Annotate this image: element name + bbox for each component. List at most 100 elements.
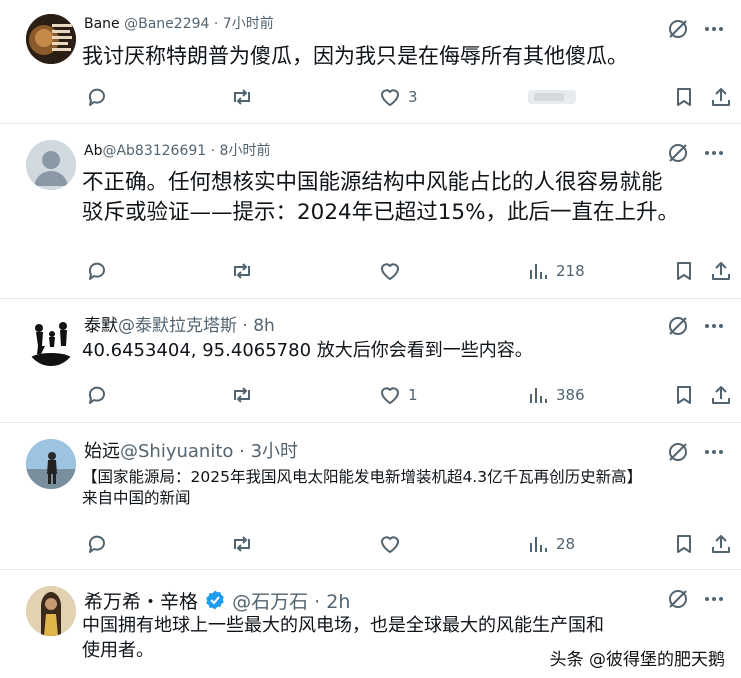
action-bar: 28 — [0, 530, 741, 558]
user-handle[interactable]: @Bane2294 — [124, 16, 209, 32]
grok-slash-circle-icon[interactable] — [665, 16, 691, 42]
like-button[interactable] — [378, 257, 402, 285]
display-name[interactable]: 始远 — [84, 441, 120, 462]
views-button[interactable]: 386 — [526, 381, 585, 409]
display-name[interactable]: 泰默 — [84, 316, 118, 336]
repost-arrows-icon — [230, 85, 254, 109]
avatar[interactable] — [26, 316, 76, 366]
share-upload-icon — [709, 383, 733, 407]
user-handle[interactable]: @泰默拉克塔斯 — [118, 316, 237, 336]
post-time[interactable]: · 3小时 — [239, 441, 298, 462]
speech-bubble-icon — [85, 532, 109, 556]
reply-post[interactable]: Bane @Bane2294 · 7小时前 我讨厌称特朗普为傻瓜，因为我只是在侮… — [0, 0, 741, 124]
grok-slash-circle-icon[interactable] — [665, 586, 691, 612]
more-dots-icon[interactable] — [701, 586, 727, 612]
action-bar: 1 386 — [0, 381, 741, 409]
reply-post[interactable]: Ab@Ab83126691 · 8小时前 不正确。任何想核实中国能源结构中风能占… — [0, 124, 741, 299]
default-avatar-image — [26, 140, 76, 190]
avatar-person-image — [26, 439, 76, 489]
more-dots-icon[interactable] — [701, 313, 727, 339]
view-count: 218 — [556, 262, 585, 280]
post-time[interactable]: · 8小时前 — [211, 143, 271, 159]
like-button[interactable] — [378, 530, 402, 558]
post-time[interactable]: · 7小时前 — [214, 16, 274, 32]
post-text-line: 不正确。任何想核实中国能源结构中风能占比的人很容易就能 — [82, 170, 663, 195]
post-top-icons — [665, 313, 727, 339]
like-count: 1 — [408, 386, 418, 404]
heart-icon — [378, 85, 402, 109]
bar-chart-icon — [526, 532, 550, 556]
repost-button[interactable] — [230, 83, 254, 111]
post-time[interactable]: · 8h — [242, 316, 274, 336]
post-text: 【国家能源局：2025年我国风电太阳能发电新增装机超4.3亿千瓦再创历史新高】 … — [82, 467, 713, 510]
post-meta: Bane @Bane2294 · 7小时前 — [84, 13, 274, 33]
bookmark-button[interactable] — [672, 257, 696, 285]
more-dots-icon[interactable] — [701, 16, 727, 42]
share-button[interactable] — [709, 257, 733, 285]
more-dots-icon[interactable] — [701, 439, 727, 465]
bar-chart-icon — [528, 85, 576, 109]
avatar[interactable] — [26, 439, 76, 489]
display-name[interactable]: 希万希・辛格 — [84, 591, 198, 613]
bookmark-button[interactable] — [672, 381, 696, 409]
display-name[interactable]: Ab — [84, 143, 102, 159]
post-text: 40.6453404, 95.4065780 放大后你会看到一些内容。 — [82, 340, 533, 361]
user-handle[interactable]: @石万石 — [232, 591, 308, 613]
reply-button[interactable] — [85, 83, 109, 111]
verified-badge-icon — [204, 589, 226, 616]
user-handle[interactable]: @Shiyuanito — [120, 441, 233, 462]
share-button[interactable] — [709, 83, 733, 111]
repost-button[interactable] — [230, 530, 254, 558]
reply-button[interactable] — [85, 257, 109, 285]
post-time[interactable]: · 2h — [314, 591, 350, 613]
reply-button[interactable] — [85, 530, 109, 558]
post-top-icons — [665, 439, 727, 465]
avatar-lion-image — [26, 14, 76, 64]
views-button[interactable] — [528, 83, 582, 111]
views-button[interactable]: 218 — [526, 257, 585, 285]
speech-bubble-icon — [85, 85, 109, 109]
repost-button[interactable] — [230, 257, 254, 285]
bookmark-button[interactable] — [672, 530, 696, 558]
bar-chart-icon — [526, 383, 550, 407]
display-name[interactable]: Bane — [84, 16, 120, 32]
reply-button[interactable] — [85, 381, 109, 409]
post-meta: 希万希・辛格 @石万石 · 2h — [84, 587, 350, 616]
share-upload-icon — [709, 85, 733, 109]
avatar-woman-image — [26, 586, 76, 636]
bookmark-button[interactable] — [672, 83, 696, 111]
like-button[interactable]: 3 — [378, 83, 418, 111]
avatar[interactable] — [26, 14, 76, 64]
avatar[interactable] — [26, 140, 76, 190]
reply-post[interactable]: 始远@Shiyuanito · 3小时 【国家能源局：2025年我国风电太阳能发… — [0, 423, 741, 570]
user-handle[interactable]: @Ab83126691 — [102, 143, 206, 159]
reply-feed: Bane @Bane2294 · 7小时前 我讨厌称特朗普为傻瓜，因为我只是在侮… — [0, 0, 741, 678]
repost-button[interactable] — [230, 381, 254, 409]
like-count: 3 — [408, 88, 418, 106]
post-text-line: 中国拥有地球上一些最大的风电场，也是全球最大的风能生产国和 — [82, 615, 604, 636]
share-upload-icon — [709, 259, 733, 283]
avatar[interactable] — [26, 586, 76, 636]
more-dots-icon[interactable] — [701, 140, 727, 166]
share-upload-icon — [709, 532, 733, 556]
post-text: 不正确。任何想核实中国能源结构中风能占比的人很容易就能 驳斥或验证——提示：20… — [82, 168, 713, 227]
action-bar: 218 — [0, 257, 741, 285]
views-button[interactable]: 28 — [526, 530, 575, 558]
view-count: 386 — [556, 386, 585, 404]
grok-slash-circle-icon[interactable] — [665, 140, 691, 166]
reply-post[interactable]: 泰默@泰默拉克塔斯 · 8h 40.6453404, 95.4065780 放大… — [0, 299, 741, 423]
speech-bubble-icon — [85, 383, 109, 407]
repost-arrows-icon — [230, 383, 254, 407]
heart-icon — [378, 532, 402, 556]
bookmark-icon — [672, 383, 696, 407]
share-button[interactable] — [709, 530, 733, 558]
post-text-line: 驳斥或验证——提示：2024年已超过15%，此后一直在上升。 — [82, 199, 680, 225]
grok-slash-circle-icon[interactable] — [665, 439, 691, 465]
share-button[interactable] — [709, 381, 733, 409]
avatar-silhouette-image — [26, 316, 76, 366]
like-button[interactable]: 1 — [378, 381, 418, 409]
repost-arrows-icon — [230, 259, 254, 283]
post-top-icons — [665, 586, 727, 612]
grok-slash-circle-icon[interactable] — [665, 313, 691, 339]
source-watermark: 头条 @彼得堡的肥天鹅 — [549, 650, 725, 670]
